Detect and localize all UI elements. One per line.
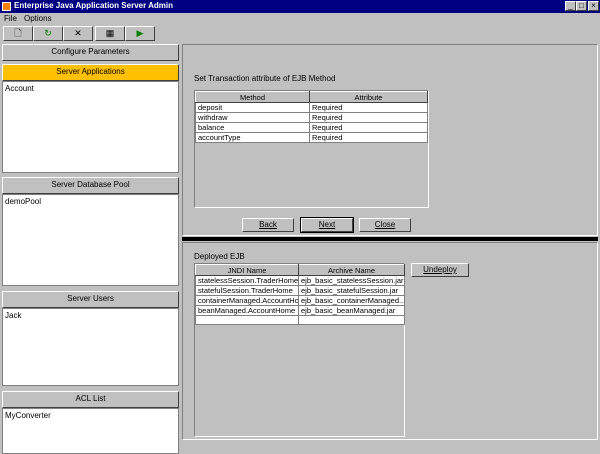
close-button-label: Close <box>374 220 396 229</box>
undeploy-button[interactable]: Undeploy <box>411 263 469 277</box>
title-bar: Enterprise Java Application Server Admin… <box>0 0 600 13</box>
close-window-button[interactable]: × <box>588 1 599 11</box>
refresh-document-icon: ↻ <box>44 28 52 38</box>
list-item[interactable]: Jack <box>3 309 178 322</box>
attribute-cell[interactable]: Required <box>309 112 428 123</box>
column-header-archive-name[interactable]: Archive Name <box>298 264 405 276</box>
attribute-cell[interactable]: Required <box>309 102 428 113</box>
method-cell: accountType <box>195 132 310 143</box>
archive-cell: ejb_basic_statefulSession.jar <box>298 285 405 296</box>
run-icon: ▶ <box>136 28 144 38</box>
delete-icon: ✕ <box>74 28 82 38</box>
toolbar: 🗋 ↻ ✕ ▦ ▶ <box>0 24 180 43</box>
next-button-label: Next <box>318 220 336 229</box>
attribute-cell[interactable]: Required <box>309 132 428 143</box>
delete-button[interactable]: ✕ <box>63 26 93 41</box>
column-header-jndi-name[interactable]: JNDI Name <box>195 264 299 276</box>
table-row[interactable]: containerManaged.AccountHo... ejb_basic_c… <box>195 295 405 306</box>
deployed-panel: Deployed EJB JNDI Name Archive Name stat… <box>182 242 598 440</box>
table-row[interactable]: beanManaged.AccountHome ejb_basic_beanMan… <box>195 305 405 316</box>
method-table-container: Method Attribute deposit Required withdra… <box>194 90 429 208</box>
acl-list-header[interactable]: ACL List <box>2 391 179 408</box>
table-row[interactable]: balance Required <box>195 122 428 133</box>
table-row[interactable]: accountType Required <box>195 132 428 143</box>
archive-cell: ejb_basic_beanManaged.jar <box>298 305 405 316</box>
server-applications-header[interactable]: Server Applications <box>2 64 179 81</box>
database-pool-list: demoPool <box>2 194 179 286</box>
new-document-icon: 🗋 <box>14 27 22 38</box>
close-button[interactable]: Close <box>359 218 411 232</box>
minimize-button[interactable]: _ <box>565 1 576 11</box>
new-document-button[interactable]: 🗋 <box>3 26 33 41</box>
archive-cell <box>298 315 405 325</box>
configure-parameters-header: Configure Parameters <box>2 44 179 61</box>
jndi-cell: statefulSession.TraderHome <box>195 285 299 296</box>
table-row[interactable] <box>195 315 405 325</box>
table-row[interactable]: deposit Required <box>195 102 428 113</box>
window-title: Enterprise Java Application Server Admin <box>14 1 174 10</box>
calendar-button[interactable]: ▦ <box>95 26 125 41</box>
list-item[interactable]: MyConverter <box>3 409 178 422</box>
table-row[interactable]: withdraw Required <box>195 112 428 123</box>
menu-file[interactable]: File <box>4 14 17 23</box>
method-cell: balance <box>195 122 310 133</box>
menu-bar: File Options <box>0 13 600 24</box>
table-row[interactable]: statefulSession.TraderHome ejb_basic_stat… <box>195 285 405 296</box>
jndi-cell: beanManaged.AccountHome <box>195 305 299 316</box>
deployed-table: JNDI Name Archive Name statelessSession.… <box>195 264 405 325</box>
deployed-table-container: JNDI Name Archive Name statelessSession.… <box>194 263 405 437</box>
menu-options[interactable]: Options <box>24 14 52 23</box>
server-users-header[interactable]: Server Users <box>2 291 179 308</box>
method-table: Method Attribute deposit Required withdra… <box>195 91 428 143</box>
server-users-list: Jack <box>2 308 179 386</box>
transaction-heading: Set Transaction attribute of EJB Method <box>194 74 336 83</box>
jndi-cell <box>195 315 299 325</box>
sidebar: Configure Parameters Server Applications… <box>2 44 179 454</box>
table-row[interactable]: statelessSession.TraderHome ejb_basic_sta… <box>195 275 405 286</box>
attribute-cell[interactable]: Required <box>309 122 428 133</box>
undeploy-button-label: Undeploy <box>423 265 457 274</box>
server-applications-list: Account <box>2 81 179 173</box>
archive-cell: ejb_basic_statelessSession.jar <box>298 275 405 286</box>
app-icon <box>2 2 11 11</box>
deployed-heading: Deployed EJB <box>194 252 245 261</box>
list-item[interactable]: Account <box>3 82 178 95</box>
run-button[interactable]: ▶ <box>125 26 155 41</box>
method-cell: withdraw <box>195 112 310 123</box>
splitter[interactable] <box>182 237 598 241</box>
next-button[interactable]: Next <box>300 217 354 233</box>
jndi-cell: containerManaged.AccountHo... <box>195 295 299 306</box>
column-header-method[interactable]: Method <box>195 91 310 103</box>
database-pool-header[interactable]: Server Database Pool <box>2 177 179 194</box>
back-button[interactable]: Back <box>242 218 294 232</box>
back-button-label: Back <box>259 220 277 229</box>
transaction-panel: Set Transaction attribute of EJB Method … <box>182 44 598 236</box>
method-cell: deposit <box>195 102 310 113</box>
archive-cell: ejb_basic_containerManaged... <box>298 295 405 306</box>
jndi-cell: statelessSession.TraderHome <box>195 275 299 286</box>
column-header-attribute[interactable]: Attribute <box>309 91 428 103</box>
calendar-icon: ▦ <box>105 28 115 38</box>
acl-list: MyConverter <box>2 408 179 454</box>
list-item[interactable]: demoPool <box>3 195 178 208</box>
refresh-button[interactable]: ↻ <box>33 26 63 41</box>
maximize-button[interactable]: □ <box>576 1 587 11</box>
